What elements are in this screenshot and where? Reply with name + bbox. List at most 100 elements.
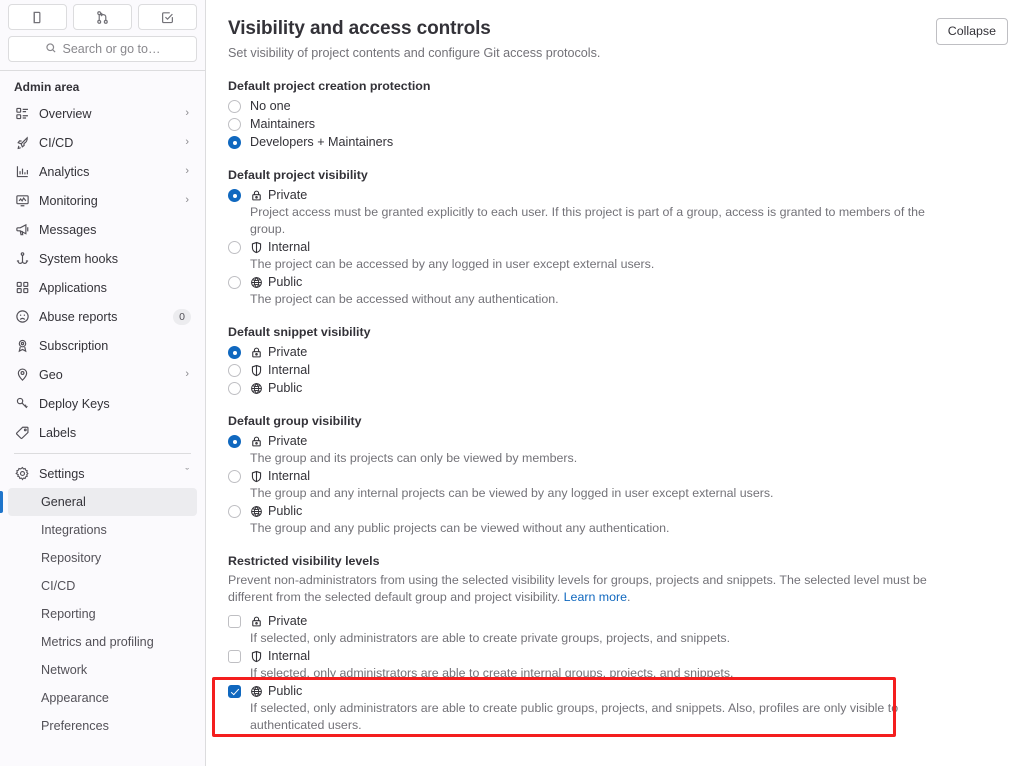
sidebar-item-label: Overview bbox=[39, 106, 92, 121]
radio-private[interactable] bbox=[228, 189, 241, 202]
option-label-text: No one bbox=[250, 99, 291, 113]
sidebar-item-geo[interactable]: Geo › bbox=[8, 360, 197, 389]
sidebar-item-messages[interactable]: Messages bbox=[8, 215, 197, 244]
collapse-button[interactable]: Collapse bbox=[935, 18, 1008, 45]
page-title: Visibility and access controls bbox=[228, 18, 491, 39]
sidebar-settings-label: Network bbox=[41, 663, 88, 677]
radio-private[interactable] bbox=[228, 346, 241, 359]
sidebar-item-label: System hooks bbox=[39, 251, 119, 266]
learn-more-link[interactable]: Learn more bbox=[564, 590, 627, 604]
option-label[interactable]: Internal bbox=[250, 238, 310, 256]
sidebar-settings-item-preferences[interactable]: Preferences bbox=[8, 712, 197, 740]
option-row: Public The project can be accessed withou… bbox=[228, 273, 1008, 308]
radio-public[interactable] bbox=[228, 382, 241, 395]
radio-private[interactable] bbox=[228, 435, 241, 448]
sidebar-item-system-hooks[interactable]: System hooks bbox=[8, 244, 197, 273]
sidebar-item-applications[interactable]: Applications bbox=[8, 273, 197, 302]
sidebar-item-label: Monitoring bbox=[39, 193, 98, 208]
option-label[interactable]: No one bbox=[250, 97, 291, 115]
option-help-text: The group and its projects can only be v… bbox=[250, 451, 578, 465]
shield-icon bbox=[250, 650, 263, 663]
option-label[interactable]: Internal bbox=[250, 467, 310, 485]
merge-requests-icon[interactable] bbox=[73, 4, 132, 30]
gear-icon bbox=[14, 466, 30, 482]
option-label[interactable]: Developers + Maintainers bbox=[250, 133, 393, 151]
option-label[interactable]: Maintainers bbox=[250, 115, 315, 133]
option-label[interactable]: Public bbox=[250, 379, 302, 397]
radio-internal[interactable] bbox=[228, 364, 241, 377]
hook-icon bbox=[14, 251, 30, 267]
sidebar-item-ci-cd[interactable]: CI/CD › bbox=[8, 128, 197, 157]
abuse-icon bbox=[14, 309, 30, 325]
checkbox-public[interactable] bbox=[228, 685, 241, 698]
sidebar-item-label: Messages bbox=[39, 222, 97, 237]
sidebar-item-settings[interactable]: Settings ˇ bbox=[8, 459, 197, 488]
search-input[interactable]: Search or go to… bbox=[8, 36, 197, 62]
sidebar-settings-item-metrics-and-profiling[interactable]: Metrics and profiling bbox=[8, 628, 197, 656]
sidebar-item-abuse-reports[interactable]: Abuse reports 0 bbox=[8, 302, 197, 331]
section-legend: Default project visibility bbox=[228, 168, 368, 182]
sidebar-settings-item-repository[interactable]: Repository bbox=[8, 544, 197, 572]
location-icon bbox=[14, 367, 30, 383]
sidebar-settings-label: General bbox=[41, 495, 86, 509]
option-label[interactable]: Private bbox=[250, 612, 307, 630]
radio-public[interactable] bbox=[228, 505, 241, 518]
chevron-right-icon: › bbox=[185, 194, 189, 206]
issues-icon[interactable] bbox=[8, 4, 67, 30]
sidebar-item-monitoring[interactable]: Monitoring › bbox=[8, 186, 197, 215]
option-label-text: Developers + Maintainers bbox=[250, 135, 394, 149]
option-label[interactable]: Private bbox=[250, 186, 307, 204]
option-row: Public bbox=[228, 379, 1008, 397]
sidebar-item-label: Applications bbox=[39, 280, 107, 295]
page-header: Visibility and access controls Set visib… bbox=[228, 16, 1008, 62]
sidebar-item-analytics[interactable]: Analytics › bbox=[8, 157, 197, 186]
option-label[interactable]: Internal bbox=[250, 647, 310, 665]
option-label-text: Private bbox=[268, 345, 308, 359]
label-icon bbox=[14, 425, 30, 441]
globe-icon bbox=[250, 685, 263, 698]
sidebar: Search or go to… Admin area Overview › CI/… bbox=[0, 0, 206, 766]
section-restricted-levels: Restricted visibility levels Prevent non-… bbox=[228, 554, 1008, 734]
option-label[interactable]: Public bbox=[250, 682, 302, 700]
sidebar-settings-item-integrations[interactable]: Integrations bbox=[8, 516, 197, 544]
sidebar-settings-item-reporting[interactable]: Reporting bbox=[8, 600, 197, 628]
option-label-text: Private bbox=[268, 434, 308, 448]
search-icon bbox=[45, 42, 57, 57]
option-row: Internal The group and any internal proje… bbox=[228, 467, 1008, 502]
option-help-text: The group and any internal projects can … bbox=[250, 486, 774, 500]
option-label[interactable]: Public bbox=[250, 273, 302, 291]
sidebar-settings-label: Integrations bbox=[41, 523, 107, 537]
radio-no-one[interactable] bbox=[228, 100, 241, 113]
option-label-text: Internal bbox=[268, 649, 311, 663]
sidebar-settings-item-network[interactable]: Network bbox=[8, 656, 197, 684]
radio-internal[interactable] bbox=[228, 470, 241, 483]
radio-public[interactable] bbox=[228, 276, 241, 289]
option-help-text: The project can be accessed without any … bbox=[250, 292, 559, 306]
sidebar-item-overview[interactable]: Overview › bbox=[8, 99, 197, 128]
checkbox-internal[interactable] bbox=[228, 650, 241, 663]
sidebar-settings-item-ci-cd[interactable]: CI/CD bbox=[8, 572, 197, 600]
section-legend: Default project creation protection bbox=[228, 79, 431, 93]
option-label[interactable]: Public bbox=[250, 502, 302, 520]
sidebar-item-subscription[interactable]: Subscription bbox=[8, 331, 197, 360]
option-label[interactable]: Private bbox=[250, 432, 307, 450]
section-snippet-visibility: Default snippet visibility Private Interna… bbox=[228, 325, 1008, 397]
shield-icon bbox=[250, 364, 263, 377]
globe-icon bbox=[250, 276, 263, 289]
sidebar-settings-item-general[interactable]: General bbox=[0, 488, 197, 516]
radio-developers-maintainers[interactable] bbox=[228, 136, 241, 149]
todos-icon[interactable] bbox=[138, 4, 197, 30]
section-project-visibility: Default project visibility Private Project… bbox=[228, 168, 1008, 308]
option-label-text: Public bbox=[268, 684, 303, 698]
sidebar-item-labels[interactable]: Labels bbox=[8, 418, 197, 447]
shield-icon bbox=[250, 241, 263, 254]
sidebar-settings-item-appearance[interactable]: Appearance bbox=[8, 684, 197, 712]
option-label[interactable]: Private bbox=[250, 343, 307, 361]
option-label[interactable]: Internal bbox=[250, 361, 310, 379]
chevron-down-icon: ˇ bbox=[185, 467, 189, 479]
sidebar-item-deploy-keys[interactable]: Deploy Keys bbox=[8, 389, 197, 418]
radio-maintainers[interactable] bbox=[228, 118, 241, 131]
radio-internal[interactable] bbox=[228, 241, 241, 254]
search-container: Search or go to… bbox=[0, 30, 205, 70]
checkbox-private[interactable] bbox=[228, 615, 241, 628]
